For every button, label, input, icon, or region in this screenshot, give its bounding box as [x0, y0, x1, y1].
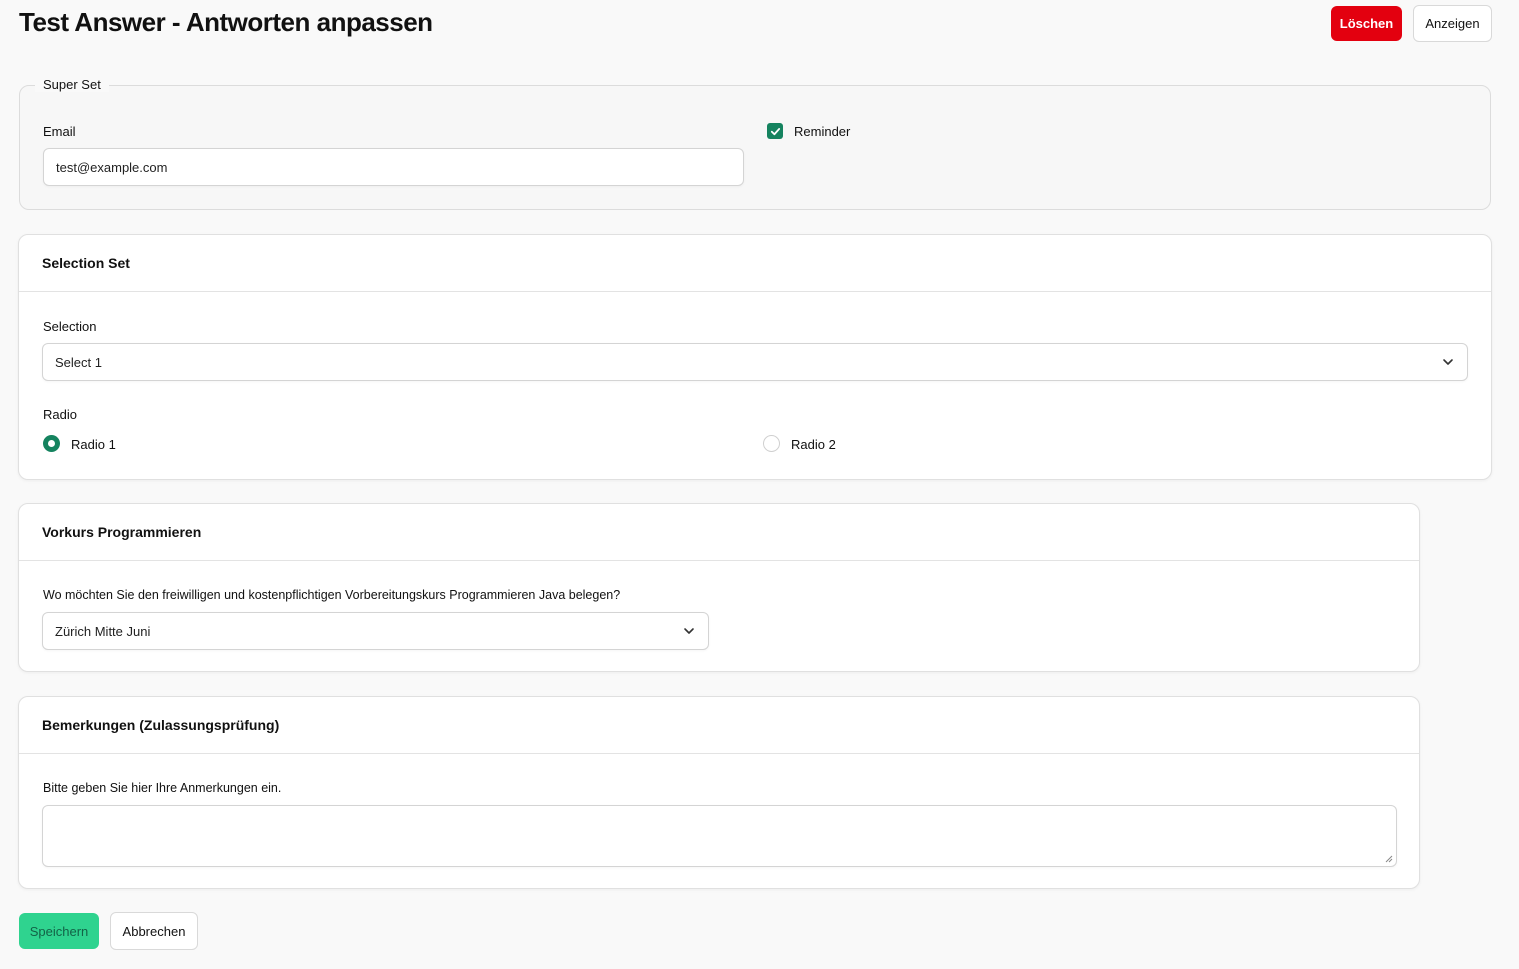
radio-2-label[interactable]: Radio 2	[791, 437, 836, 452]
bemerkungen-header: Bemerkungen (Zulassungsprüfung)	[19, 697, 1419, 754]
radio-1-label[interactable]: Radio 1	[71, 437, 116, 452]
chevron-down-icon	[684, 628, 694, 634]
radio-label: Radio	[43, 407, 77, 422]
email-field[interactable]: test@example.com	[43, 148, 744, 186]
page-title: Test Answer - Antworten anpassen	[19, 7, 433, 37]
vorkurs-dropdown[interactable]: Zürich Mitte Juni	[42, 612, 709, 650]
radio-2-button[interactable]	[763, 435, 780, 452]
bemerkungen-question: Bitte geben Sie hier Ihre Anmerkungen ei…	[43, 781, 282, 795]
selection-label: Selection	[43, 319, 97, 334]
bemerkungen-title: Bemerkungen (Zulassungsprüfung)	[42, 717, 280, 733]
vorkurs-value: Zürich Mitte Juni	[55, 623, 151, 639]
check-icon	[770, 127, 780, 135]
vorkurs-question: Wo möchten Sie den freiwilligen und kost…	[43, 588, 621, 602]
selection-dropdown[interactable]: Select 1	[42, 343, 1468, 381]
super-set-legend: Super Set	[35, 77, 109, 92]
cancel-button[interactable]: Abbrechen	[110, 912, 198, 950]
vorkurs-header: Vorkurs Programmieren	[19, 504, 1419, 561]
radio-1-button[interactable]	[43, 435, 60, 452]
show-button[interactable]: Anzeigen	[1413, 5, 1492, 42]
resize-handle-icon[interactable]	[1385, 855, 1393, 863]
save-button[interactable]: Speichern	[19, 913, 99, 949]
reminder-label: Reminder	[794, 124, 851, 139]
vorkurs-title: Vorkurs Programmieren	[42, 524, 202, 540]
selection-set-card: Selection Set Selection Select 1 Radio R…	[18, 234, 1492, 480]
chevron-down-icon	[1443, 359, 1453, 365]
selection-value: Select 1	[55, 354, 102, 370]
bemerkungen-textarea[interactable]	[42, 805, 1397, 867]
selection-set-header: Selection Set	[19, 235, 1491, 292]
vorkurs-card: Vorkurs Programmieren Wo möchten Sie den…	[18, 503, 1420, 672]
reminder-checkbox[interactable]	[767, 123, 783, 139]
bemerkungen-card: Bemerkungen (Zulassungsprüfung) Bitte ge…	[18, 696, 1420, 889]
delete-button[interactable]: Löschen	[1331, 6, 1402, 41]
selection-set-title: Selection Set	[42, 255, 130, 271]
email-label: Email	[43, 124, 76, 139]
